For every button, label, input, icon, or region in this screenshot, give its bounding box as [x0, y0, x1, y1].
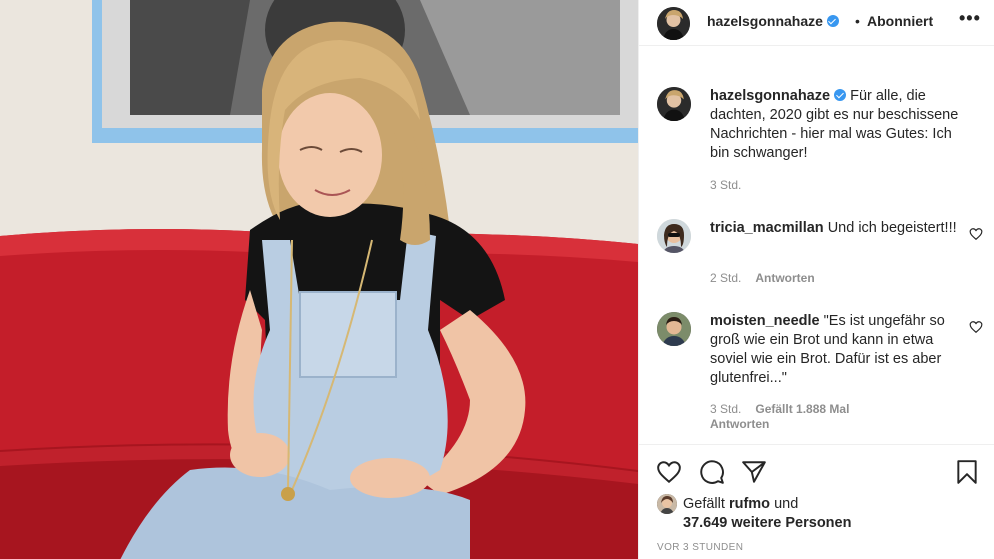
commenter-avatar[interactable] [657, 312, 691, 346]
post-header: hazelsgonnahaze • Abonniert ••• [639, 0, 994, 46]
reply-button[interactable]: Antworten [710, 417, 769, 431]
comments-list[interactable]: hazelsgonnahaze Für alle, die dachten, 2… [639, 47, 994, 444]
caption-meta: 3 Std. [710, 178, 741, 192]
comment-username[interactable]: tricia_macmillan [710, 220, 824, 236]
bookmark-icon[interactable] [954, 459, 980, 485]
like-comment-heart-icon[interactable] [969, 227, 983, 241]
post-actions: Gefällt rufmo und 37.649 weitere Persone… [639, 444, 994, 559]
comment-meta: 2 Std. Antworten [710, 271, 815, 285]
comment-text: tricia_macmillan Und ich begeistert!!! [710, 219, 972, 238]
comment-likes[interactable]: Gefällt 1.888 Mal [755, 402, 849, 416]
share-icon[interactable] [741, 459, 767, 485]
likes-prefix: Gefällt [683, 496, 725, 512]
caption-username[interactable]: hazelsgonnahaze [710, 88, 830, 104]
like-comment-heart-icon[interactable] [969, 320, 983, 334]
post-timestamp[interactable]: VOR 3 STUNDEN [657, 542, 743, 553]
post-photo[interactable] [0, 0, 638, 559]
post-sidebar: hazelsgonnahaze • Abonniert ••• hazelsgo… [638, 0, 994, 559]
verified-badge-icon [834, 89, 847, 101]
author-avatar[interactable] [657, 7, 690, 40]
follow-status-button[interactable]: Abonniert [867, 13, 933, 29]
comment-icon[interactable] [699, 459, 725, 485]
commenter-avatar[interactable] [657, 219, 691, 253]
author-username[interactable]: hazelsgonnahaze [707, 13, 839, 29]
verified-badge-icon [826, 15, 839, 27]
pregnancy-photo-illustration [0, 0, 638, 559]
comment-text: moisten_needle "Es ist ungefähr so groß … [710, 312, 972, 388]
caption-time[interactable]: 3 Std. [710, 178, 741, 192]
liker-avatar[interactable] [657, 494, 677, 514]
author-username-text[interactable]: hazelsgonnahaze [707, 13, 823, 29]
liker-username[interactable]: rufmo [729, 496, 770, 512]
likes-summary: Gefällt rufmo und 37.649 weitere Persone… [683, 495, 983, 533]
comment-body: Und ich begeistert!!! [827, 220, 957, 236]
comment-username[interactable]: moisten_needle [710, 313, 820, 329]
likes-others-link[interactable]: 37.649 weitere Personen [683, 515, 851, 531]
comment-time[interactable]: 3 Std. [710, 402, 741, 416]
reply-button[interactable]: Antworten [755, 271, 814, 285]
comment-time[interactable]: 2 Std. [710, 271, 741, 285]
comment-meta: 3 Std. Gefällt 1.888 Mal Antworten [710, 402, 980, 432]
heart-icon[interactable] [656, 459, 682, 485]
caption-text: hazelsgonnahaze Für alle, die dachten, 2… [710, 87, 972, 163]
author-avatar[interactable] [657, 87, 691, 121]
follow-separator: • [855, 13, 860, 29]
likes-joiner: und [774, 496, 799, 512]
more-icon[interactable]: ••• [959, 8, 981, 29]
